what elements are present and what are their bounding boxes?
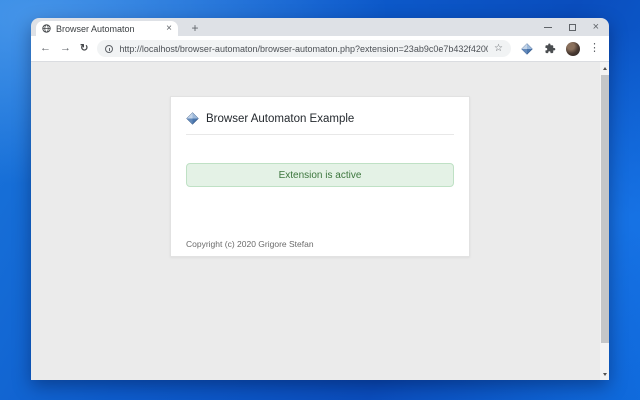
header-divider: [186, 134, 454, 135]
profile-avatar[interactable]: [566, 42, 580, 56]
maximize-icon[interactable]: [569, 24, 576, 31]
diamond-logo-icon: [186, 112, 199, 125]
card-header: Browser Automaton Example: [171, 97, 469, 125]
reload-icon[interactable]: ↻: [80, 44, 88, 54]
tab-browser-automaton[interactable]: Browser Automaton ×: [36, 21, 178, 36]
page-info-icon[interactable]: [105, 45, 113, 53]
status-alert-text: Extension is active: [279, 170, 362, 181]
vertical-scrollbar[interactable]: [600, 62, 609, 380]
window-close-icon[interactable]: ×: [593, 22, 599, 33]
minimize-icon[interactable]: [544, 27, 552, 28]
forward-icon[interactable]: →: [60, 43, 71, 54]
address-bar[interactable]: http://localhost/browser-automaton/brows…: [97, 40, 511, 57]
browser-toolbar: ← → ↻ http://localhost/browser-automaton…: [31, 36, 609, 62]
extension-diamond-button[interactable]: [520, 43, 534, 55]
scroll-down-icon: [603, 373, 607, 376]
copyright-text: Copyright (c) 2020 Grigore Stefan: [186, 239, 314, 249]
page-title: Browser Automaton Example: [206, 113, 354, 125]
globe-favicon-icon: [42, 24, 51, 33]
tab-close-icon[interactable]: ×: [166, 24, 172, 34]
diamond-extension-icon: [521, 43, 533, 55]
content-card: Browser Automaton Example Extension is a…: [170, 96, 470, 257]
windows-desktop: Browser Automaton × + × ← → ↻ http://loc…: [0, 0, 640, 400]
scrollbar-thumb[interactable]: [601, 75, 609, 343]
tab-strip: Browser Automaton × + ×: [31, 18, 609, 36]
window-controls: ×: [544, 20, 599, 34]
new-tab-button[interactable]: +: [187, 21, 203, 36]
browser-window: Browser Automaton × + × ← → ↻ http://loc…: [31, 18, 609, 380]
bookmark-star-icon[interactable]: ☆: [494, 44, 503, 54]
scroll-up-icon: [603, 67, 607, 70]
extensions-menu-button[interactable]: [543, 43, 557, 54]
status-alert: Extension is active: [186, 163, 454, 187]
puzzle-icon: [545, 43, 556, 54]
scroll-up-button[interactable]: [600, 62, 609, 74]
tab-title: Browser Automaton: [56, 24, 161, 34]
chrome-menu-icon[interactable]: ⋮: [589, 43, 600, 54]
back-icon[interactable]: ←: [40, 43, 51, 54]
scroll-down-button[interactable]: [600, 368, 609, 380]
url-text[interactable]: http://localhost/browser-automaton/brows…: [119, 44, 488, 54]
page-viewport: Browser Automaton Example Extension is a…: [31, 62, 609, 380]
